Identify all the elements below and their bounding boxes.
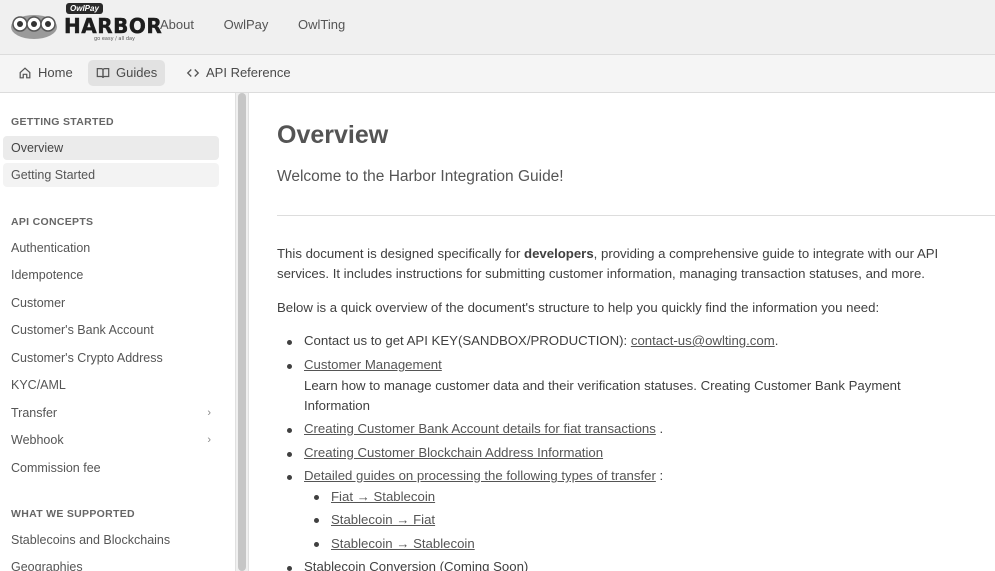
divider (277, 215, 995, 216)
list-item-description: Information (304, 398, 370, 413)
fiat-to-stablecoin-link[interactable]: Fiat → Stablecoin (331, 489, 435, 504)
top-navbar: OwlPay HARBOR go easy / all day About Ow… (0, 0, 995, 55)
transfer-guides-link[interactable]: Detailed guides on processing the follow… (304, 468, 656, 483)
tab-home[interactable]: Home (10, 60, 81, 86)
bank-account-link[interactable]: Creating Customer Bank Account details f… (304, 421, 656, 436)
list-item-text: Stablecoin Conversion (Coming Soon) (304, 559, 529, 571)
logo-brand-label: OwlPay (66, 3, 103, 14)
sidebar-item-bank-account[interactable]: Customer's Bank Account (3, 318, 219, 342)
sidebar-scrollbar[interactable] (235, 93, 249, 571)
tab-api-label: API Reference (206, 65, 291, 80)
sidebar-section-title: WHAT WE SUPPORTED (11, 508, 135, 520)
intro-text: This document is designed specifically f… (277, 246, 525, 261)
nav-owlting-link[interactable]: OwlTing (298, 17, 345, 32)
page-subtitle: Welcome to the Harbor Integration Guide! (277, 168, 564, 185)
sidebar-item-commission-fee[interactable]: Commission fee (3, 456, 219, 480)
sidebar-item-crypto-address[interactable]: Customer's Crypto Address (3, 346, 219, 370)
home-icon (19, 67, 31, 79)
intro-bold: developers (524, 246, 594, 261)
sidebar-item-getting-started[interactable]: Getting Started (3, 163, 219, 187)
sidebar-item-transfer[interactable]: Transfer › (3, 401, 219, 425)
sidebar-item-label: Transfer (11, 406, 58, 420)
sidebar: GETTING STARTED Overview Getting Started… (0, 93, 233, 571)
tab-home-label: Home (38, 65, 73, 80)
top-nav-links: About OwlPay OwlTing (160, 17, 371, 32)
sidebar-item-kyc-aml[interactable]: KYC/AML (3, 373, 219, 397)
nav-about-link[interactable]: About (160, 17, 194, 32)
chevron-right-icon: › (207, 407, 211, 419)
stablecoin-to-fiat-link[interactable]: Stablecoin → Fiat (331, 512, 435, 527)
tab-guides[interactable]: Guides (88, 60, 166, 86)
stablecoin-to-stablecoin-link[interactable]: Stablecoin → Stablecoin (331, 536, 475, 551)
customer-management-link[interactable]: Customer Management (304, 357, 442, 372)
sidebar-item-webhook[interactable]: Webhook › (3, 428, 219, 452)
intro-text: services. It includes instructions for s… (277, 266, 925, 281)
tab-guides-label: Guides (116, 65, 158, 80)
logo-wordmark: HARBOR (64, 14, 163, 38)
main-content: Overview Welcome to the Harbor Integrati… (248, 93, 995, 571)
blockchain-address-link[interactable]: Creating Customer Blockchain Address Inf… (304, 445, 603, 460)
overview-paragraph: Below is a quick overview of the documen… (277, 300, 880, 315)
harbor-logo[interactable]: OwlPay HARBOR go easy / all day (10, 3, 162, 44)
page-title: Overview (277, 121, 389, 149)
logo-tagline: go easy / all day (94, 36, 136, 42)
sidebar-item-geographies[interactable]: Geographies (3, 555, 219, 571)
scrollbar-thumb[interactable] (238, 93, 246, 571)
intro-paragraph: This document is designed specifically f… (277, 244, 982, 284)
book-icon (96, 68, 110, 78)
chevron-right-icon: › (207, 434, 211, 446)
nav-owlpay-link[interactable]: OwlPay (224, 17, 269, 32)
list-item-text: . (774, 333, 779, 348)
sidebar-item-idempotence[interactable]: Idempotence (3, 263, 219, 287)
sidebar-item-customer[interactable]: Customer (3, 291, 219, 315)
list-item-description: Learn how to manage customer data and th… (304, 377, 901, 393)
owl-logo-icon (11, 15, 57, 39)
sidebar-section-title: GETTING STARTED (11, 116, 114, 128)
sidebar-item-authentication[interactable]: Authentication (3, 236, 219, 260)
intro-text: , providing a comprehensive guide to int… (593, 246, 939, 261)
tab-api-reference[interactable]: API Reference (178, 60, 299, 86)
section-tabs-bar: Home Guides API Reference (0, 55, 995, 93)
contact-email-link[interactable]: contact-us@owlting.com (631, 333, 775, 348)
list-item-text: Contact us to get API KEY(SANDBOX/PRODUC… (304, 333, 631, 348)
sidebar-item-label: Webhook (11, 433, 64, 447)
code-icon (186, 69, 200, 77)
list-item-text: . (655, 421, 664, 436)
list-item-text: : (655, 468, 664, 483)
sidebar-item-overview[interactable]: Overview (3, 136, 219, 160)
sidebar-item-stablecoins[interactable]: Stablecoins and Blockchains (3, 528, 219, 552)
sidebar-section-title: API CONCEPTS (11, 216, 94, 228)
